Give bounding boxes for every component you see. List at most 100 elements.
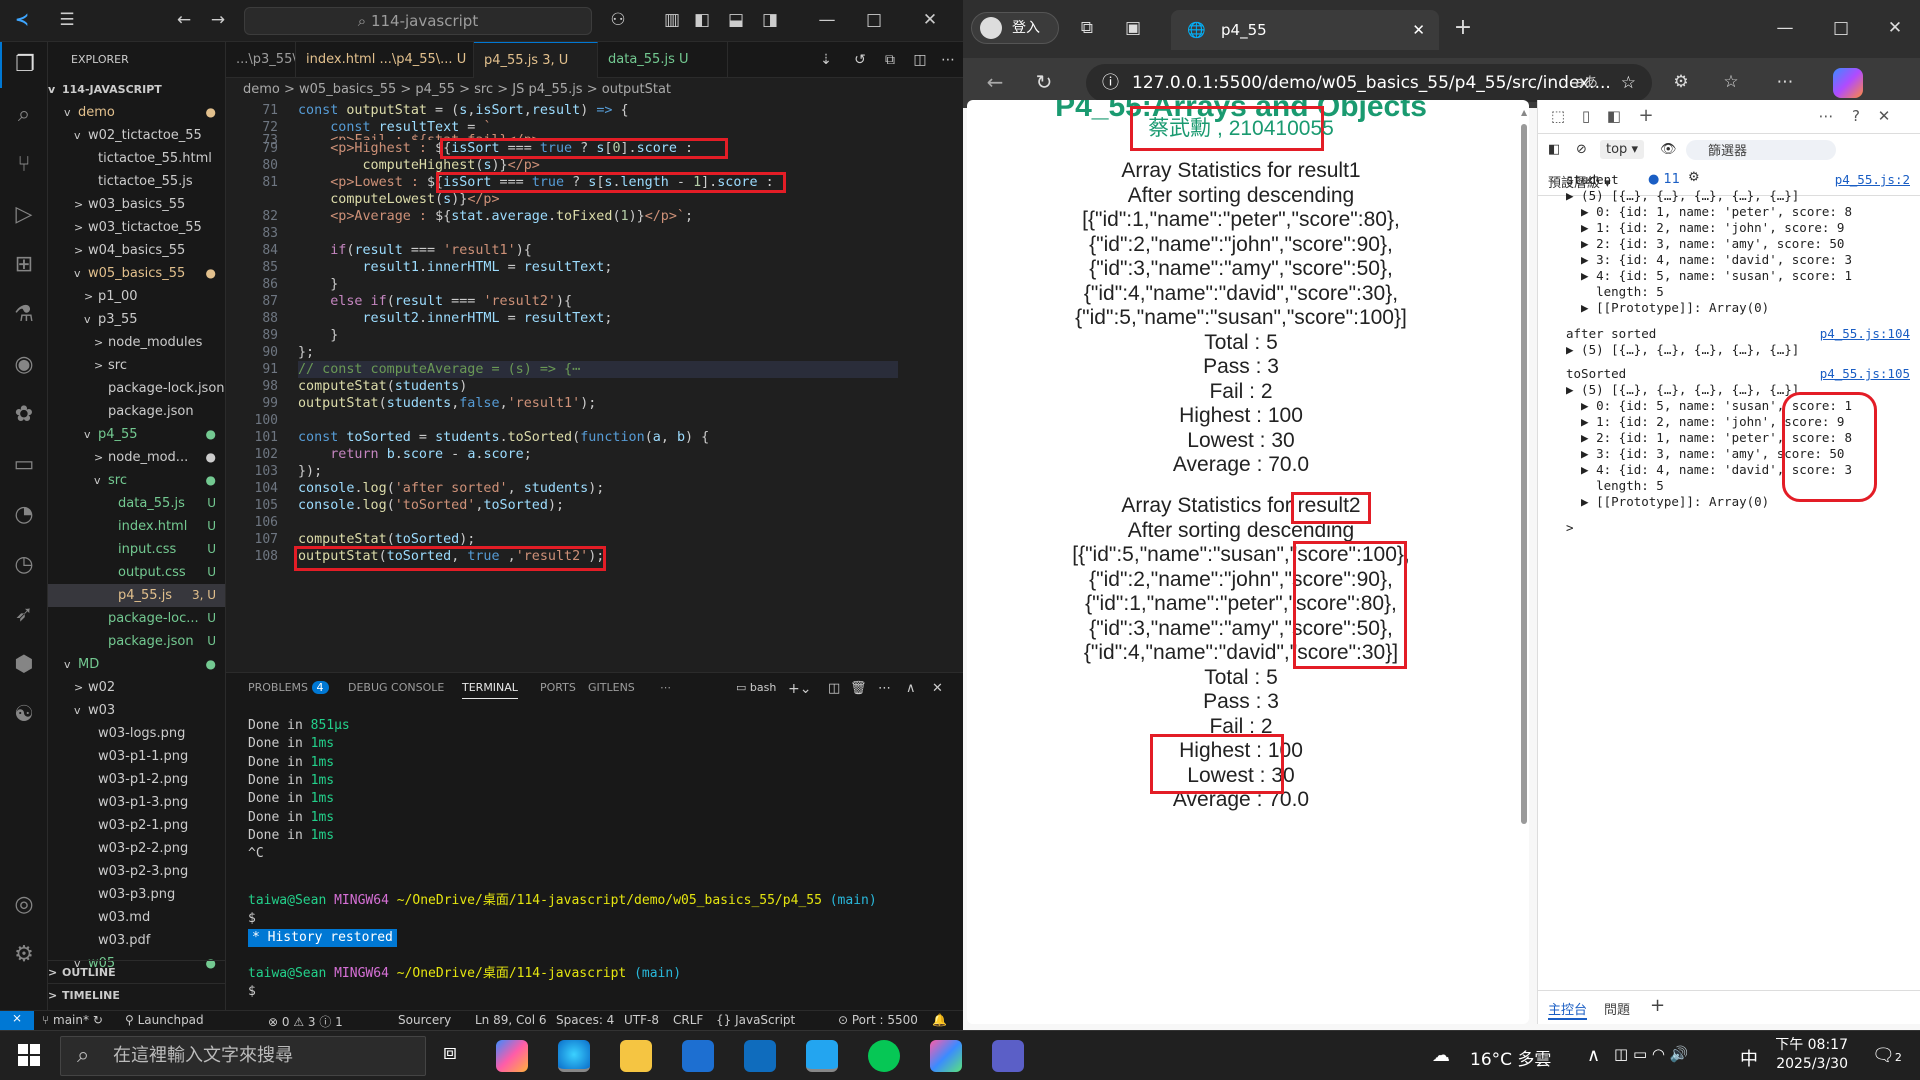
tree-item[interactable]: v p3_55 — [48, 308, 225, 331]
copilot-app-icon[interactable] — [496, 1040, 528, 1072]
tree-item[interactable]: w03-logs.png — [48, 722, 225, 745]
console-entry[interactable]: toSorted — [1566, 366, 1626, 382]
run-debug-icon[interactable]: ▷ — [0, 192, 48, 238]
tab-terminal[interactable]: TERMINAL — [462, 681, 518, 699]
terminal-more-icon[interactable]: ⋯ — [878, 681, 891, 696]
tree-item[interactable]: > w04_basics_55 — [48, 239, 225, 262]
drawer-tab-issues[interactable]: 問題 — [1604, 999, 1630, 1018]
close-tab-icon[interactable]: ✕ — [1412, 10, 1425, 50]
maximize-icon[interactable]: □ — [862, 8, 886, 32]
timeline-icon[interactable]: ◷ — [0, 542, 48, 588]
sidebar-toggle-icon[interactable]: ◧ — [1548, 142, 1560, 157]
info-icon[interactable]: ⓘ — [1102, 64, 1119, 102]
problems-status[interactable]: ⊗ 0 ⚠ 3 ⓘ 1 — [268, 1013, 343, 1030]
device-toggle-icon[interactable]: ▯ — [1574, 104, 1598, 128]
tree-item[interactable]: > w03_basics_55 — [48, 193, 225, 216]
container-icon[interactable]: ⬢ — [0, 642, 48, 688]
back-arrow-icon[interactable]: ← — [172, 8, 196, 32]
tree-item[interactable]: input.css U — [48, 538, 225, 561]
close-devtools-icon[interactable]: ✕ — [1872, 104, 1896, 128]
split-terminal-icon[interactable]: ◫ — [828, 681, 840, 696]
tree-item[interactable]: package.json — [48, 400, 225, 423]
tab-p4-55-js[interactable]: p4_55.js 3, U — [474, 42, 598, 78]
timeline-section[interactable]: > TIMELINE — [48, 983, 225, 1006]
tab-ports[interactable]: PORTS — [540, 681, 576, 694]
console-entry[interactable]: length: 5 — [1566, 284, 1664, 300]
workspaces-icon[interactable]: ⧉ — [1075, 16, 1099, 40]
tree-item[interactable]: v w02_tictactoe_55 — [48, 124, 225, 147]
launchpad-status[interactable]: ⚲ Launchpad — [125, 1013, 204, 1027]
workspace-root[interactable]: v 114-JAVASCRIPT — [48, 78, 225, 101]
clear-console-icon[interactable]: ⊘ — [1576, 142, 1587, 157]
tree-item[interactable]: > p1_00 — [48, 285, 225, 308]
show-hidden-icons[interactable]: ∧ — [1587, 1045, 1600, 1066]
kill-terminal-icon[interactable]: 🗑 — [850, 681, 867, 696]
tree-item[interactable]: w03-p3.png — [48, 883, 225, 906]
tab-actions-icon[interactable]: ▣ — [1121, 16, 1145, 40]
tab-debug-console[interactable]: DEBUG CONSOLE — [348, 681, 444, 694]
toggle-sidebar-icon[interactable]: ◧ — [690, 8, 714, 32]
console-entry[interactable]: > — [1566, 520, 1574, 536]
tree-item[interactable]: v MD ● — [48, 653, 225, 676]
tree-item[interactable]: v w03 — [48, 699, 225, 722]
toggle-secondary-sidebar-icon[interactable]: ◨ — [758, 8, 782, 32]
outline-section[interactable]: > OUTLINE — [48, 960, 225, 983]
eol[interactable]: CRLF — [673, 1013, 703, 1027]
tree-item[interactable]: index.html U — [48, 515, 225, 538]
dock-icon[interactable]: ◧ — [1602, 104, 1626, 128]
taskbar-search[interactable]: ⌕ 在這裡輸入文字來搜尋 — [60, 1036, 426, 1076]
edge-app-icon[interactable] — [558, 1040, 590, 1072]
console-source-link[interactable]: p4_55.js:2 — [1835, 172, 1910, 188]
source-control-icon[interactable]: ⑂ — [0, 142, 48, 188]
python-icon[interactable]: ☯ — [0, 692, 48, 738]
split-editor-icon[interactable]: ⇣ — [814, 48, 838, 72]
history-icon[interactable]: ↺ — [848, 48, 872, 72]
tree-item[interactable]: w03.pdf — [48, 929, 225, 952]
tree-item[interactable]: output.css U — [48, 561, 225, 584]
file-explorer-icon[interactable] — [620, 1040, 652, 1072]
windows-start-icon[interactable] — [18, 1044, 40, 1066]
ime-indicator[interactable]: 中 — [1740, 1045, 1758, 1071]
teams-icon[interactable] — [992, 1040, 1024, 1072]
tree-item[interactable]: > node_modules — [48, 331, 225, 354]
context-selector[interactable]: top ▾ — [1600, 140, 1644, 159]
tree-item[interactable]: package-loc... U — [48, 607, 225, 630]
minimize-icon[interactable]: — — [815, 8, 839, 32]
clock[interactable]: 下午 08:17 2025/3/30 — [1768, 1036, 1848, 1074]
m365-icon[interactable] — [930, 1040, 962, 1072]
devtools-more-icon[interactable]: ⋯ — [1814, 104, 1838, 128]
testing-icon[interactable]: ⚗ — [0, 292, 48, 338]
console-entry[interactable]: ▶ 4: {id: 5, name: 'susan', score: 1 — [1566, 268, 1852, 284]
sourcery-status[interactable]: Sourcery — [398, 1013, 451, 1027]
console-entry[interactable]: length: 5 — [1566, 478, 1664, 494]
new-tab-icon[interactable]: + — [1451, 16, 1475, 40]
copilot-chat-icon[interactable]: ✿ — [0, 392, 48, 438]
copilot-icon[interactable] — [1833, 68, 1863, 98]
account-icon[interactable]: ◎ — [0, 882, 48, 928]
tree-item[interactable]: tictactoe_55.js — [48, 170, 225, 193]
browser-minimize-icon[interactable]: — — [1773, 16, 1797, 40]
tree-item[interactable]: w03-p1-1.png — [48, 745, 225, 768]
notification-center-icon[interactable]: 🗨2 — [1872, 1045, 1902, 1066]
console-entry[interactable]: ▶ [[Prototype]]: Array(0) — [1566, 494, 1769, 510]
inspect-icon[interactable]: ⬚ — [1546, 104, 1570, 128]
settings-gear-icon[interactable]: ⚙ — [0, 932, 48, 978]
tree-item[interactable]: w03-p1-3.png — [48, 791, 225, 814]
tab-gitlens[interactable]: GITLENS — [588, 681, 635, 694]
explorer-icon[interactable]: ❐ — [0, 42, 48, 88]
close-icon[interactable]: ✕ — [918, 8, 942, 32]
extensions-icon[interactable]: ⊞ — [0, 242, 48, 288]
tab-p3[interactable]: ...\p3_55\... — [226, 42, 296, 78]
url-bar[interactable]: ⓘ 127.0.0.1:5500/demo/w05_basics_55/p4_55… — [1086, 64, 1652, 102]
tab-data-55-js[interactable]: data_55.js U — [598, 42, 728, 78]
browser-tab-p4-55[interactable]: 🌐 p4_55 ✕ — [1171, 10, 1439, 50]
liveshare-icon[interactable]: ➶ — [0, 592, 48, 638]
compare-icon[interactable]: ⧉ — [878, 48, 902, 72]
tree-item[interactable]: v src ● — [48, 469, 225, 492]
browser-close-icon[interactable]: ✕ — [1883, 16, 1907, 40]
tree-item[interactable]: package.json U — [48, 630, 225, 653]
console-settings-icon[interactable]: ⚙ — [1688, 170, 1700, 185]
console-entry[interactable]: ▶ (5) [{…}, {…}, {…}, {…}, {…}] — [1566, 342, 1799, 358]
tree-item[interactable]: w03-p1-2.png — [48, 768, 225, 791]
vscode-app-icon[interactable] — [806, 1040, 838, 1072]
